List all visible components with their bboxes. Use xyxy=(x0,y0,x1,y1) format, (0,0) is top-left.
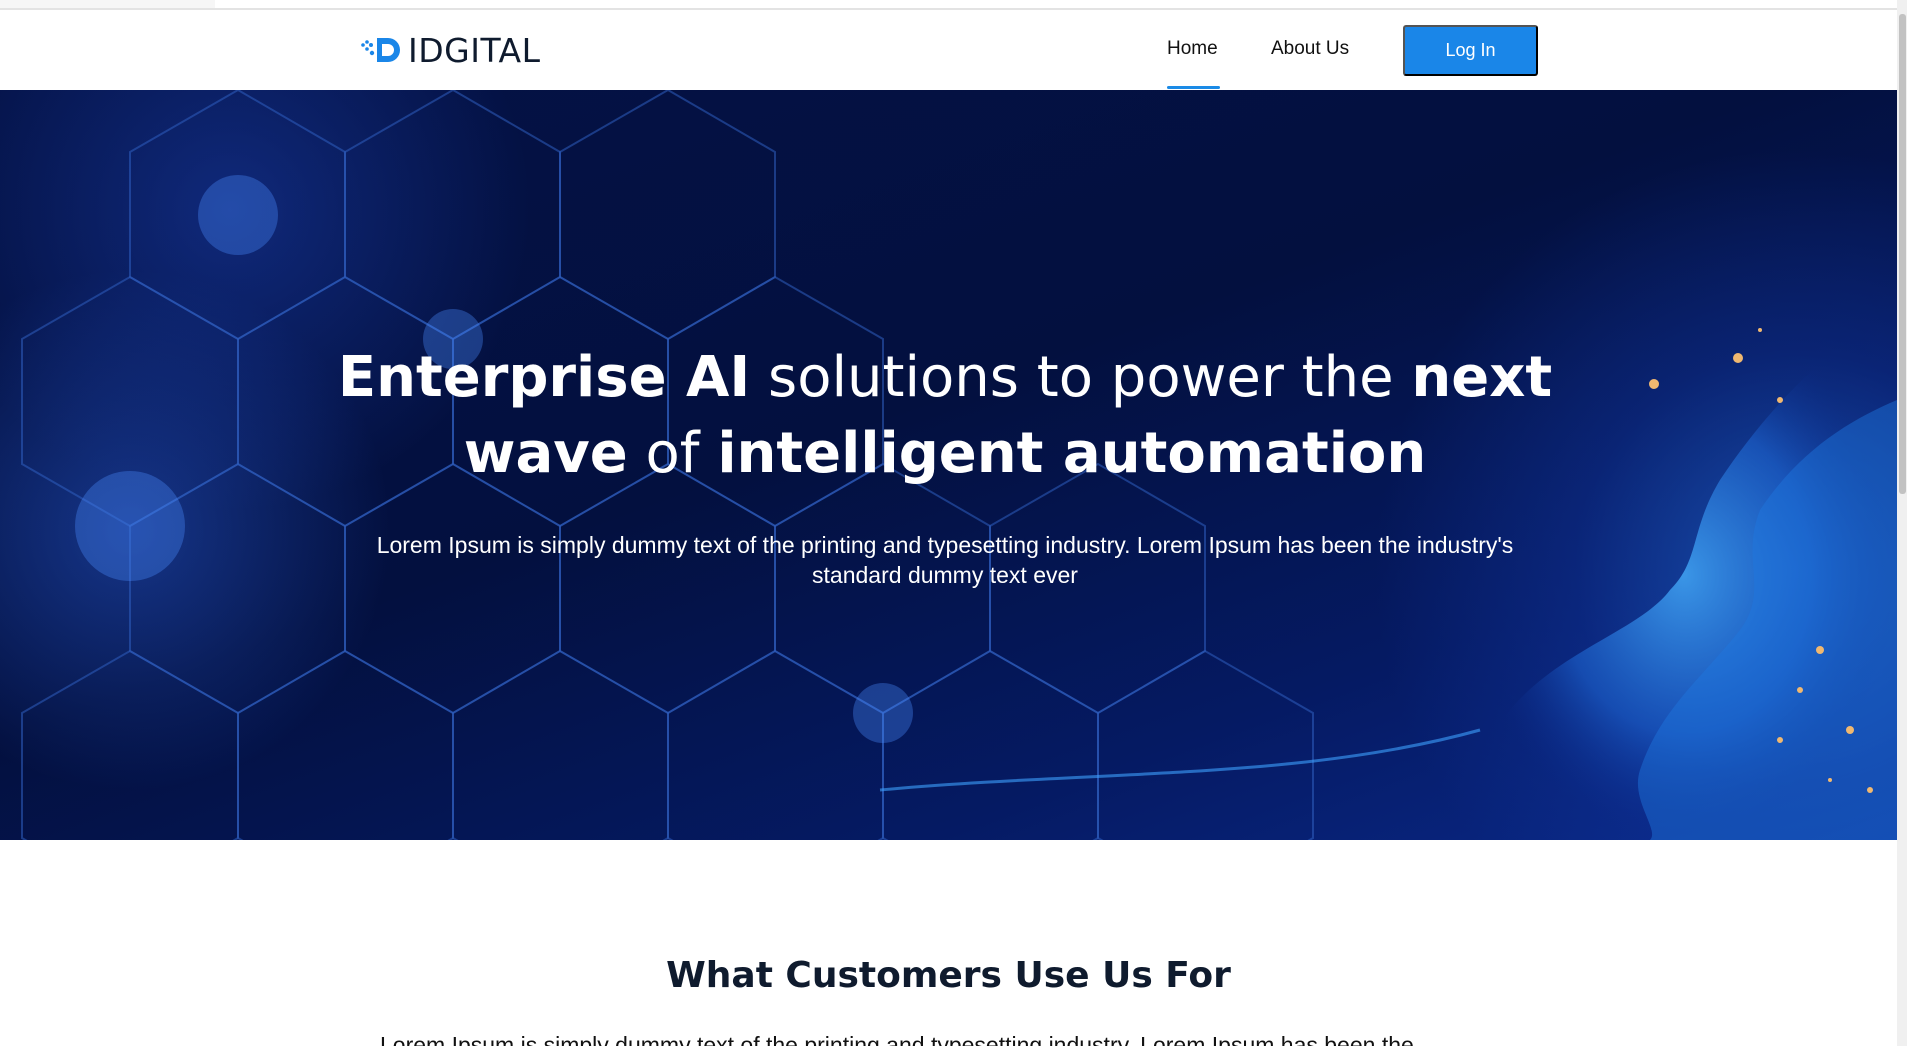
nav-about-link[interactable]: About Us xyxy=(1271,38,1349,60)
hero-title-part: solutions to power the xyxy=(750,345,1412,410)
nav-home-link[interactable]: Home xyxy=(1167,38,1218,60)
hero-title-part: intelligent automation xyxy=(717,421,1427,486)
section-description: Lorem Ipsum is simply dummy text of the … xyxy=(380,1032,1414,1046)
page-scrollbar[interactable] xyxy=(1897,0,1907,1046)
login-button[interactable]: Log In xyxy=(1403,25,1538,76)
hero-title-part: Enterprise AI xyxy=(337,345,751,410)
section-title: What Customers Use Us For xyxy=(666,955,1231,996)
hero-title-part: of xyxy=(627,421,718,486)
hero-subtitle: Lorem Ipsum is simply dummy text of the … xyxy=(376,532,1514,588)
logo-mark-icon xyxy=(361,38,400,62)
scrollbar-thumb[interactable] xyxy=(1899,14,1906,494)
hero-title-part: next xyxy=(1411,345,1553,410)
browser-top-edge xyxy=(0,0,1897,10)
nav-active-indicator xyxy=(1167,86,1220,89)
hero-banner: Enterprise AI solutions to power the nex… xyxy=(0,90,1897,840)
hero-title: Enterprise AI solutions to power the nex… xyxy=(300,340,1590,492)
site-header: IDGITAL Home About Us Log In xyxy=(0,10,1897,90)
brand-logo[interactable]: IDGITAL xyxy=(360,30,541,70)
hero-title-part: wave xyxy=(463,421,628,486)
browser-top-edge-shade xyxy=(0,0,215,8)
brand-name: IDGITAL xyxy=(408,30,541,70)
